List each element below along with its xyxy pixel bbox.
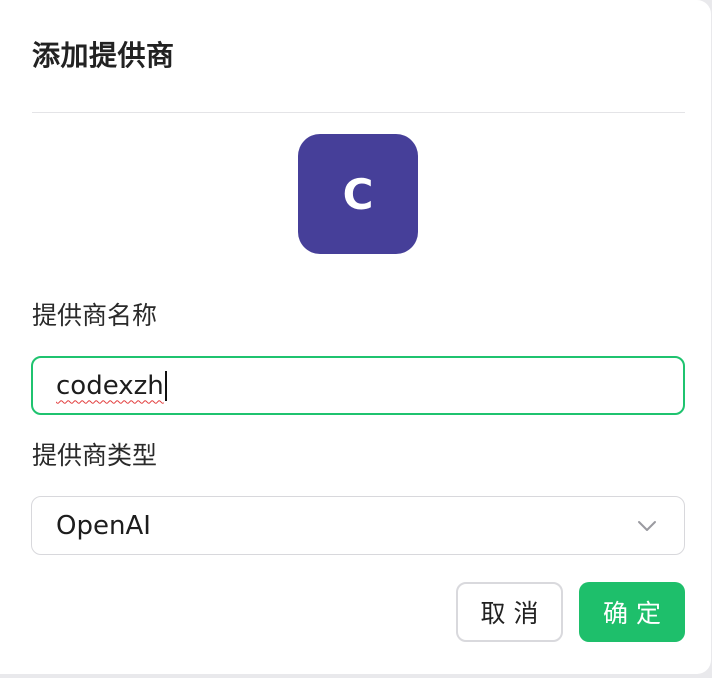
title-divider xyxy=(32,112,685,113)
add-provider-dialog: 添加提供商 C 提供商名称 codexzh 提供商类型 OpenAI 取消 确定 xyxy=(0,0,711,674)
confirm-button[interactable]: 确定 xyxy=(579,582,685,642)
provider-type-label: 提供商类型 xyxy=(32,441,158,470)
provider-avatar[interactable]: C xyxy=(298,134,418,254)
provider-type-value: OpenAI xyxy=(56,510,151,541)
provider-type-select[interactable]: OpenAI xyxy=(31,496,685,555)
text-caret xyxy=(164,370,167,401)
provider-name-value: codexzh xyxy=(56,370,164,401)
avatar-letter: C xyxy=(342,169,374,219)
dialog-title: 添加提供商 xyxy=(32,39,175,72)
chevron-down-icon xyxy=(638,521,656,531)
provider-name-label: 提供商名称 xyxy=(32,301,158,330)
cancel-button[interactable]: 取消 xyxy=(456,582,563,642)
provider-name-input[interactable]: codexzh xyxy=(31,356,685,415)
